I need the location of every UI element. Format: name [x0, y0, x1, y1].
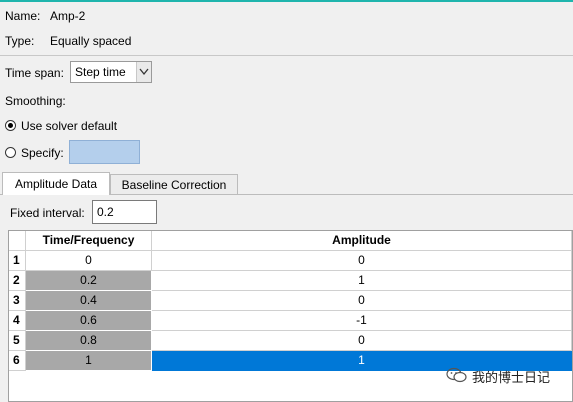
- specify-radio[interactable]: [5, 147, 16, 158]
- tab-baseline-correction[interactable]: Baseline Correction: [110, 174, 238, 194]
- table-cell-amplitude[interactable]: -1: [152, 311, 572, 331]
- fixed-interval-value: 0.2: [97, 205, 114, 219]
- row-header[interactable]: 6: [9, 351, 26, 371]
- column-header-time[interactable]: Time/Frequency: [26, 231, 152, 251]
- row-header[interactable]: 2: [9, 271, 26, 291]
- table-cell-time[interactable]: 0.8: [26, 331, 152, 351]
- tab-amplitude-data-label: Amplitude Data: [14, 177, 98, 191]
- table-cell-time[interactable]: 0: [26, 251, 152, 271]
- column-header-amplitude[interactable]: Amplitude: [152, 231, 572, 251]
- time-span-select[interactable]: Step time: [70, 61, 152, 83]
- chevron-down-icon[interactable]: [136, 62, 151, 82]
- name-value: Amp-2: [50, 9, 86, 23]
- table-cell-time[interactable]: 0.4: [26, 291, 152, 311]
- watermark-text: 我的博士日记: [472, 370, 551, 385]
- row-header[interactable]: 5: [9, 331, 26, 351]
- tab-baseline-correction-label: Baseline Correction: [121, 178, 227, 192]
- table-cell-amplitude[interactable]: 0: [152, 291, 572, 311]
- table-cell-time[interactable]: 1: [26, 351, 152, 371]
- table-cell-time[interactable]: 0.2: [26, 271, 152, 291]
- table-cell-time[interactable]: 0.6: [26, 311, 152, 331]
- time-span-value: Step time: [75, 65, 126, 79]
- use-solver-default-label: Use solver default: [21, 119, 118, 133]
- fixed-interval-label: Fixed interval:: [10, 206, 85, 220]
- table-cell-amplitude[interactable]: 0: [152, 251, 572, 271]
- specify-input[interactable]: [69, 140, 140, 164]
- use-solver-default-radio[interactable]: [5, 120, 16, 131]
- row-header[interactable]: 4: [9, 311, 26, 331]
- time-span-label: Time span:: [5, 66, 64, 80]
- fixed-interval-input[interactable]: 0.2: [92, 200, 157, 224]
- window-top-accent: [0, 0, 573, 2]
- wechat-icon: [446, 367, 467, 383]
- table-corner: [9, 231, 26, 251]
- type-value: Equally spaced: [50, 34, 132, 48]
- divider: [0, 55, 573, 56]
- row-header[interactable]: 3: [9, 291, 26, 311]
- type-label: Type:: [5, 34, 35, 48]
- tab-amplitude-data[interactable]: Amplitude Data: [2, 172, 110, 195]
- smoothing-label: Smoothing:: [5, 94, 66, 108]
- table-cell-amplitude[interactable]: 0: [152, 331, 572, 351]
- specify-label: Specify:: [21, 146, 64, 160]
- table-cell-amplitude[interactable]: 1: [152, 271, 572, 291]
- row-header[interactable]: 1: [9, 251, 26, 271]
- name-label: Name:: [5, 9, 41, 23]
